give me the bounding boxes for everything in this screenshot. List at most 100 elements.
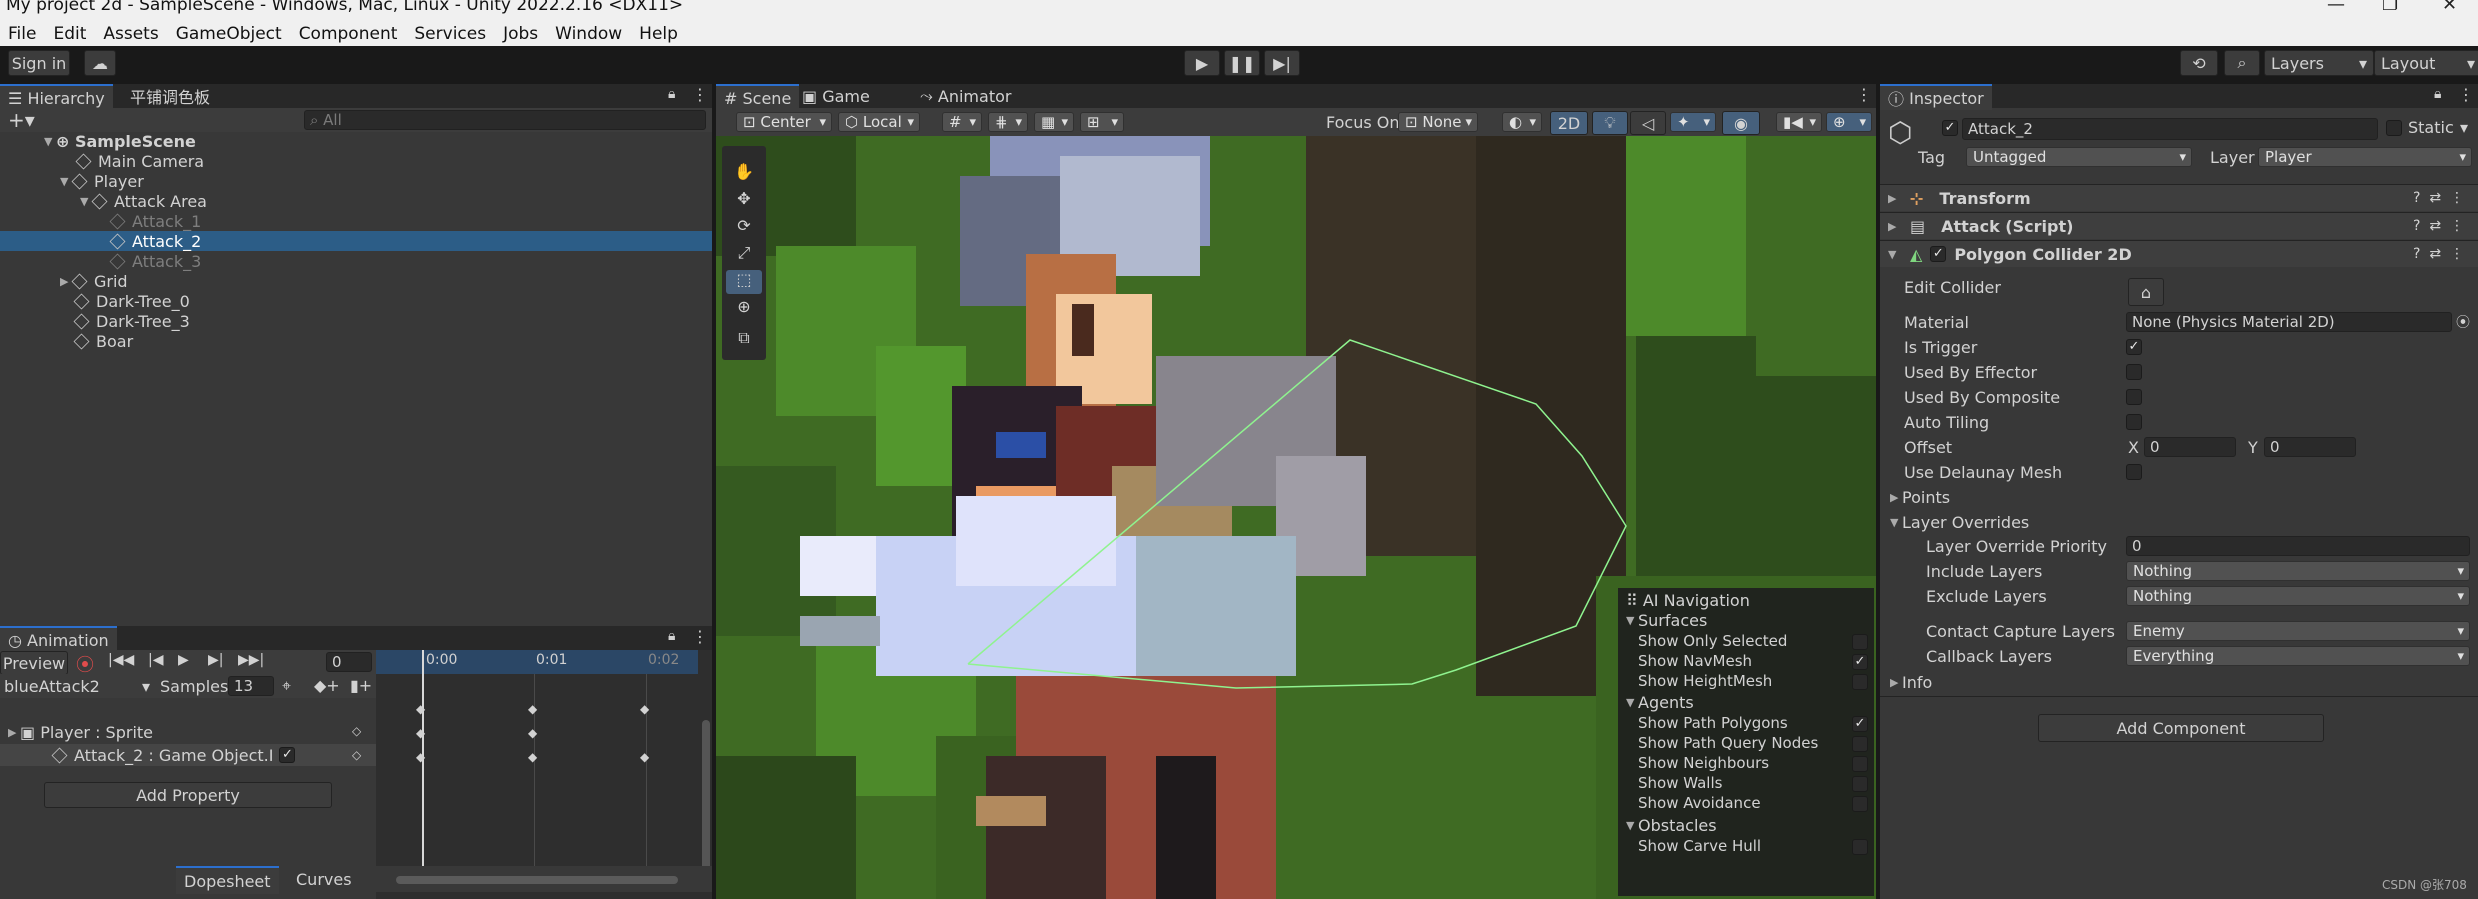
component-help-icon[interactable]: ? ⇄ ⋮ bbox=[2413, 246, 2464, 262]
menu-jobs[interactable]: Jobs bbox=[495, 24, 547, 44]
tab-curves[interactable]: Curves bbox=[288, 866, 360, 892]
keyframe-icon[interactable]: ◆ bbox=[528, 702, 537, 716]
active-checkbox[interactable]: ✓ bbox=[1942, 120, 1958, 136]
points-foldout[interactable]: ▶ Points bbox=[1890, 487, 1950, 507]
show-walls-checkbox[interactable] bbox=[1852, 776, 1868, 792]
tree-item-attack-area[interactable]: ▼ Attack Area bbox=[80, 191, 207, 211]
add-keyframe-icon[interactable]: ◆+ bbox=[314, 676, 340, 695]
keyframe-icon[interactable]: ◆ bbox=[528, 726, 537, 740]
component-enabled-checkbox[interactable]: ✓ bbox=[1930, 246, 1947, 262]
material-field[interactable]: None (Physics Material 2D) bbox=[2126, 312, 2452, 332]
keyframe-icon[interactable]: ◆ bbox=[416, 702, 425, 716]
tab-scene[interactable]: # Scene bbox=[716, 84, 800, 110]
audio-icon[interactable]: ◁ bbox=[1630, 111, 1666, 135]
kebab-icon[interactable]: ⋮ bbox=[692, 85, 708, 104]
history-icon[interactable]: ⟲ bbox=[2180, 50, 2218, 76]
keyframe-icon[interactable]: ⌖ bbox=[282, 676, 291, 696]
keyframe-diamond-icon[interactable]: ◇ bbox=[352, 748, 361, 762]
first-frame-icon[interactable]: |◀◀ bbox=[108, 652, 134, 668]
tab-animation[interactable]: ◷ Animation bbox=[0, 626, 117, 652]
menu-file[interactable]: File bbox=[0, 24, 45, 44]
section-surfaces[interactable]: ▼ Surfaces bbox=[1626, 610, 1707, 630]
tab-inspector[interactable]: ⓘ Inspector bbox=[1880, 84, 1992, 110]
track-active-checkbox[interactable]: ✓ bbox=[279, 747, 296, 763]
rect-tool-icon[interactable]: ⬚ bbox=[726, 270, 762, 294]
show-carve-hull-checkbox[interactable] bbox=[1852, 839, 1868, 855]
lock-icon[interactable]: 🔒︎ bbox=[668, 628, 675, 644]
section-obstacles[interactable]: ▼ Obstacles bbox=[1626, 815, 1717, 835]
effects-dropdown[interactable]: ✦ bbox=[1670, 112, 1716, 132]
hand-tool-icon[interactable]: ✋ bbox=[726, 162, 762, 186]
timeline-vscrollbar[interactable] bbox=[702, 720, 710, 870]
layer-dropdown[interactable]: Player bbox=[2258, 147, 2472, 167]
component-transform[interactable]: ▶ ⊹ Transform ? ⇄ ⋮ bbox=[1880, 184, 2478, 211]
pivot-dropdown[interactable]: ⊡ Center bbox=[736, 112, 832, 132]
keyframe-icon[interactable]: ◆ bbox=[640, 750, 649, 764]
is-trigger-checkbox[interactable]: ✓ bbox=[2126, 339, 2142, 355]
layers-dropdown[interactable]: Layers ▾ bbox=[2264, 50, 2374, 76]
space-dropdown[interactable]: ⬡ Local bbox=[838, 112, 920, 132]
track-player-sprite[interactable]: ▶ ▣ Player : Sprite bbox=[8, 722, 153, 742]
expand-arrow-icon[interactable]: ▶ bbox=[1888, 192, 1900, 205]
show-only-selected-checkbox[interactable] bbox=[1852, 634, 1868, 650]
cloud-icon[interactable]: ☁ bbox=[84, 50, 116, 76]
object-picker-icon[interactable]: ⦿ bbox=[2456, 312, 2470, 332]
rotate-tool-icon[interactable]: ⟳ bbox=[726, 216, 762, 240]
visibility-icon[interactable]: ◉ bbox=[1722, 111, 1760, 135]
grid-toggle-dropdown[interactable]: ▦ bbox=[1034, 112, 1074, 132]
camera-dropdown[interactable]: ▮◀ bbox=[1776, 112, 1822, 132]
expand-arrow-icon[interactable]: ▼ bbox=[1890, 516, 1902, 529]
offset-y-input[interactable]: 0 bbox=[2264, 437, 2356, 457]
edit-collider-icon[interactable]: ⌂ bbox=[2128, 278, 2164, 306]
search-icon[interactable]: ⌕ bbox=[2224, 50, 2260, 76]
hierarchy-search-input[interactable]: ⌕ All bbox=[304, 110, 706, 130]
expand-arrow-icon[interactable]: ▶ bbox=[1890, 491, 1902, 504]
timeline-hscrollbar[interactable] bbox=[396, 876, 678, 884]
last-frame-icon[interactable]: ▶▶| bbox=[238, 652, 264, 668]
align-dropdown[interactable]: ⊞ bbox=[1080, 112, 1124, 132]
expand-arrow-icon[interactable]: ▶ bbox=[8, 726, 20, 739]
tab-animator[interactable]: ⤳ Animator bbox=[912, 84, 1019, 108]
show-heightmesh-checkbox[interactable] bbox=[1852, 674, 1868, 690]
priority-input[interactable]: 0 bbox=[2126, 536, 2470, 556]
clip-dropdown[interactable]: blueAttack2 ▾ bbox=[4, 676, 154, 696]
preview-button[interactable]: Preview bbox=[0, 651, 68, 675]
samples-input[interactable]: 13 bbox=[228, 676, 274, 696]
keyframe-icon[interactable]: ◆ bbox=[528, 750, 537, 764]
expand-arrow-icon[interactable]: ▼ bbox=[1626, 696, 1638, 709]
info-foldout[interactable]: ▶ Info bbox=[1890, 672, 1932, 692]
used-by-effector-checkbox[interactable] bbox=[2126, 364, 2142, 380]
grid-snap-dropdown[interactable]: # bbox=[942, 112, 982, 132]
expand-arrow-icon[interactable]: ▼ bbox=[44, 135, 56, 148]
menu-services[interactable]: Services bbox=[406, 24, 495, 44]
frame-input[interactable]: 0 bbox=[326, 652, 372, 672]
tree-item-player[interactable]: ▼ Player bbox=[60, 171, 144, 191]
custom-tool-icon[interactable]: ⧉ bbox=[726, 328, 762, 352]
expand-arrow-icon[interactable]: ▼ bbox=[1626, 819, 1638, 832]
include-layers-dropdown[interactable]: Nothing bbox=[2126, 561, 2470, 581]
keyframe-diamond-icon[interactable]: ◇ bbox=[352, 724, 361, 738]
tree-item-boar[interactable]: Boar bbox=[73, 331, 133, 351]
lock-icon[interactable]: 🔒︎ bbox=[668, 86, 675, 102]
tab-tile-palette[interactable]: 平铺调色板 bbox=[122, 84, 218, 108]
tree-item-grid[interactable]: ▶ Grid bbox=[60, 271, 128, 291]
menu-gameobject[interactable]: GameObject bbox=[168, 24, 291, 44]
gizmos-dropdown[interactable]: ⊕ bbox=[1826, 112, 1872, 132]
expand-arrow-icon[interactable]: ▶ bbox=[1890, 676, 1902, 689]
static-checkbox[interactable] bbox=[2386, 120, 2402, 136]
transform-tool-icon[interactable]: ⊕ bbox=[726, 297, 762, 321]
tree-item-attack-3[interactable]: Attack_3 bbox=[109, 251, 201, 271]
maximize-icon[interactable]: ❐ bbox=[2382, 0, 2398, 15]
contact-capture-dropdown[interactable]: Enemy bbox=[2126, 621, 2470, 641]
chevron-down-icon[interactable]: ▾ bbox=[2460, 118, 2468, 137]
keyframe-icon[interactable]: ◆ bbox=[416, 726, 425, 740]
used-by-composite-checkbox[interactable] bbox=[2126, 389, 2142, 405]
step-button[interactable]: ▶| bbox=[1264, 50, 1300, 76]
close-icon[interactable]: ✕ bbox=[2442, 0, 2457, 15]
scene-viewport[interactable]: ✋ ✥ ⟳ ⤢ ⬚ ⊕ ⧉ ⠿ AI Navigation ▼ Surfaces … bbox=[716, 136, 1876, 899]
tree-item-samplescene[interactable]: ▼ ⊕ SampleScene bbox=[44, 131, 196, 151]
add-property-button[interactable]: Add Property bbox=[44, 782, 332, 808]
component-attack-script[interactable]: ▶ ▤ Attack (Script) ? ⇄ ⋮ bbox=[1880, 212, 2478, 239]
kebab-icon[interactable]: ⋮ bbox=[2458, 85, 2474, 104]
show-avoidance-checkbox[interactable] bbox=[1852, 796, 1868, 812]
